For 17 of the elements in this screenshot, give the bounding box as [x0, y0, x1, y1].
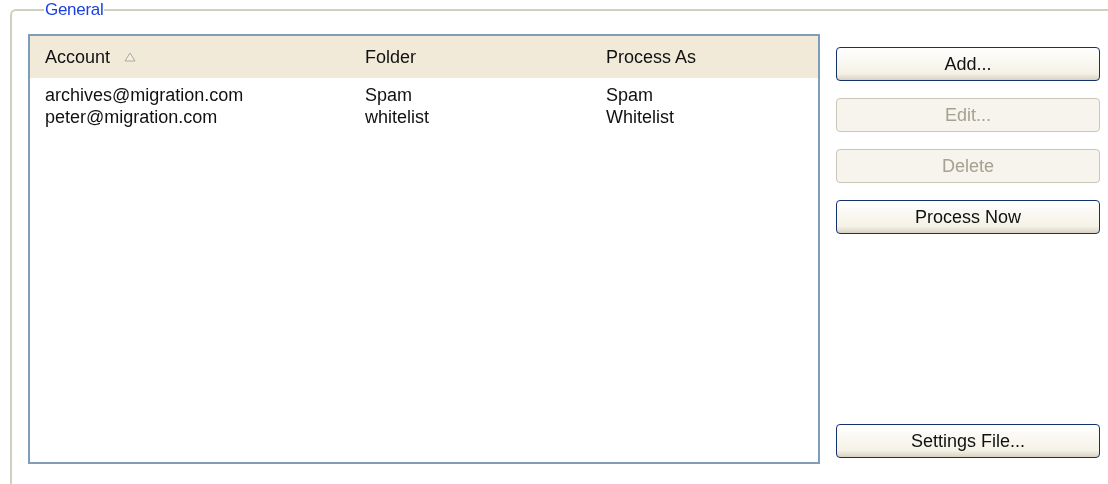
column-header-label: Folder — [365, 46, 417, 68]
table-cell-text: archives@migration.com — [44, 84, 245, 106]
table-cell-text: whitelist — [364, 106, 431, 128]
table-cell-text: Spam — [364, 84, 414, 106]
column-header-label: Account — [45, 46, 111, 68]
column-header-label: Process As — [606, 46, 697, 68]
dialog-button[interactable]: Settings File... — [836, 424, 1100, 458]
column-header[interactable]: Folder — [350, 36, 591, 78]
dialog-button[interactable]: Process Now — [836, 200, 1100, 234]
dialog-button[interactable]: Add... — [836, 47, 1100, 81]
table-cell-text: Spam — [605, 84, 655, 106]
table-cell-text: peter@migration.com — [44, 106, 219, 128]
account-list[interactable]: Account Folder Process As archives@migration.com Spam Spam peter@migration.com whitelist Whitelist — [28, 34, 820, 464]
column-header[interactable]: Process As — [591, 36, 818, 78]
table-cell-text: Whitelist — [605, 106, 675, 128]
column-header[interactable]: Account — [30, 36, 350, 78]
group-title: General — [44, 0, 105, 20]
